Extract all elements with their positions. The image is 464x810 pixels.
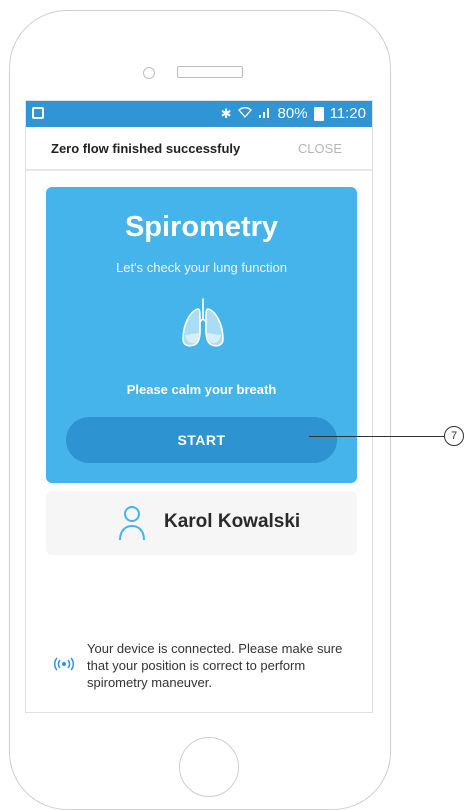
user-name: Karol Kowalski: [164, 511, 301, 532]
callout-line: [309, 436, 448, 437]
connection-signal-icon: [54, 657, 74, 671]
notification-toast: Zero flow finished successfuly CLOSE: [26, 127, 372, 171]
bluetooth-icon: ✱: [220, 105, 232, 121]
callout-number: 7: [444, 426, 464, 446]
app-screen: ✱ 80% 11:20 Zero flow finished successfu…: [25, 100, 373, 713]
front-camera: [143, 67, 155, 79]
status-bar: ✱ 80% 11:20: [26, 101, 372, 127]
image-icon: [32, 107, 44, 119]
status-icons: ✱ 80% 11:20: [221, 105, 366, 122]
toast-message: Zero flow finished successfuly: [51, 141, 241, 156]
breath-instruction: Please calm your breath: [126, 382, 277, 397]
battery-icon: [313, 106, 324, 121]
person-icon: [119, 506, 145, 541]
connection-status-text: Your device is connected. Please make su…: [87, 641, 343, 690]
card-subtitle: Let's check your lung function: [116, 260, 287, 275]
home-button[interactable]: [179, 737, 239, 797]
wifi-icon: [237, 106, 252, 122]
user-card[interactable]: Karol Kowalski: [46, 491, 357, 555]
battery-percent: 80%: [277, 105, 308, 122]
card-title: Spirometry: [124, 211, 279, 243]
signal-icon: [258, 106, 272, 122]
earpiece-speaker: [177, 66, 243, 78]
spirometry-card: Spirometry Let's check your lung functio…: [46, 187, 357, 483]
clock: 11:20: [329, 105, 366, 122]
toast-close-button[interactable]: CLOSE: [298, 141, 342, 156]
start-button[interactable]: START: [66, 417, 337, 463]
lungs-icon: [182, 298, 224, 347]
